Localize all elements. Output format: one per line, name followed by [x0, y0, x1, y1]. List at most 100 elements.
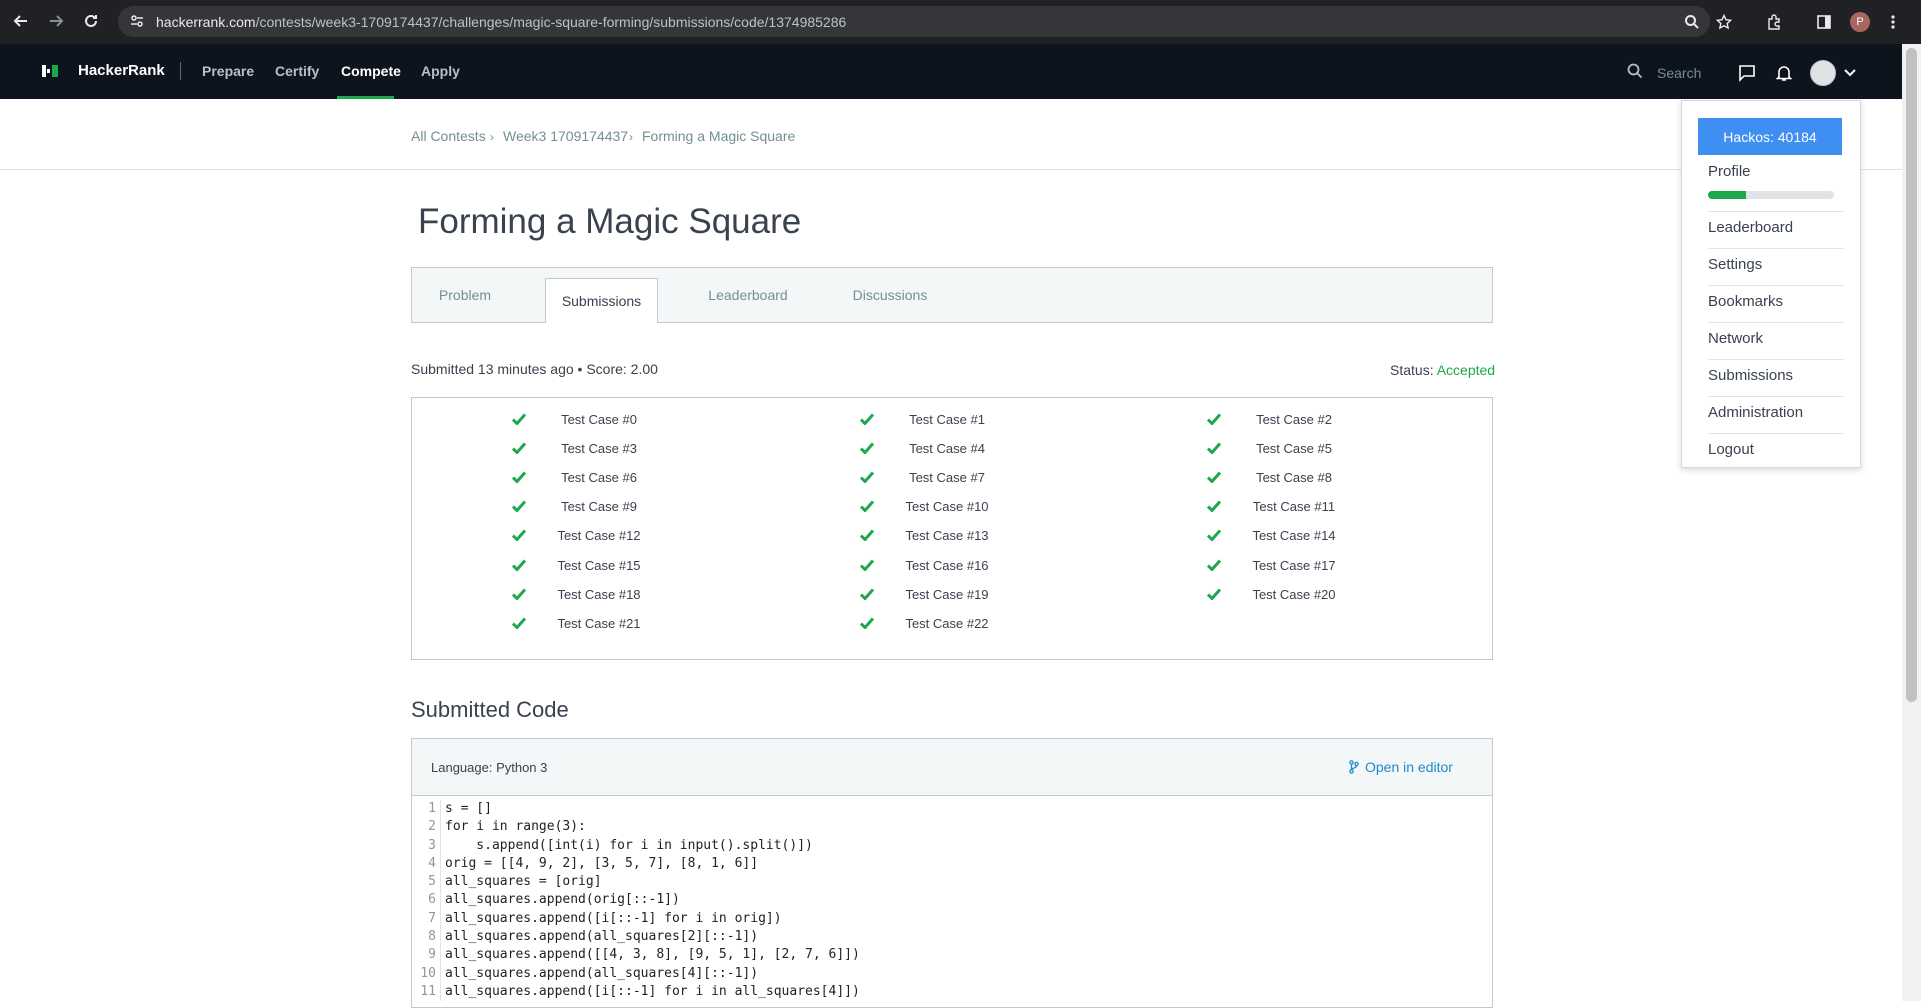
menu-divider — [1708, 248, 1844, 249]
test-case-item[interactable]: Test Case #18 — [512, 585, 732, 605]
user-avatar[interactable] — [1810, 60, 1836, 86]
test-case-label: Test Case #21 — [557, 616, 641, 631]
nav-certify[interactable]: Certify — [275, 63, 319, 79]
test-case-item[interactable]: Test Case #6 — [512, 468, 732, 488]
address-bar[interactable]: hackerrank.com/contests/week3-1709174437… — [118, 6, 1710, 37]
test-case-item[interactable]: Test Case #0 — [512, 410, 732, 430]
test-case-item[interactable]: Test Case #7 — [860, 468, 1080, 488]
more-menu-icon[interactable] — [1882, 11, 1904, 33]
test-case-item[interactable]: Test Case #8 — [1207, 468, 1427, 488]
search-input[interactable]: Search — [1657, 65, 1701, 81]
menu-item-profile[interactable]: Profile — [1708, 163, 1751, 180]
bookmark-star-icon[interactable] — [1713, 11, 1735, 33]
breadcrumb: All Contests › Week3 1709174437 › Formin… — [0, 99, 1902, 170]
nav-prepare[interactable]: Prepare — [202, 63, 254, 79]
test-case-item[interactable]: Test Case #10 — [860, 497, 1080, 517]
test-case-item[interactable]: Test Case #17 — [1207, 556, 1427, 576]
test-case-item[interactable]: Test Case #14 — [1207, 526, 1427, 546]
line-number: 1 — [412, 800, 441, 819]
profile-avatar[interactable]: P — [1850, 12, 1870, 32]
test-case-item[interactable]: Test Case #3 — [512, 439, 732, 459]
test-case-label: Test Case #9 — [561, 499, 637, 514]
checkmark-icon — [1207, 442, 1221, 454]
menu-item-submissions[interactable]: Submissions — [1708, 367, 1793, 384]
code-text: all_squares.append(all_squares[4][::-1]) — [445, 965, 759, 981]
nav-compete[interactable]: Compete — [341, 63, 401, 79]
scrollbar-thumb[interactable] — [1906, 48, 1917, 702]
test-case-item[interactable]: Test Case #11 — [1207, 497, 1427, 517]
code-text: all_squares.append([i[::-1] for i in all… — [445, 983, 860, 999]
test-case-item[interactable]: Test Case #16 — [860, 556, 1080, 576]
test-case-item[interactable]: Test Case #15 — [512, 556, 732, 576]
forward-icon[interactable] — [45, 10, 67, 32]
test-case-item[interactable]: Test Case #21 — [512, 614, 732, 634]
search-icon[interactable] — [1627, 63, 1643, 84]
site-header: HackerRank Prepare Certify Compete Apply… — [0, 44, 1902, 99]
checkmark-icon — [512, 442, 526, 454]
test-case-label: Test Case #2 — [1256, 412, 1332, 427]
test-case-item[interactable]: Test Case #20 — [1207, 585, 1427, 605]
checkmark-icon — [512, 471, 526, 483]
code-editor[interactable]: 1 s = [] 2 for i in range(3): 3 s.append([in… — [412, 800, 860, 1002]
menu-divider — [1708, 359, 1844, 360]
test-case-label: Test Case #20 — [1252, 587, 1336, 602]
checkmark-icon — [860, 442, 874, 454]
test-case-label: Test Case #14 — [1252, 528, 1336, 543]
checkmark-icon — [1207, 500, 1221, 512]
test-case-item[interactable]: Test Case #13 — [860, 526, 1080, 546]
zoom-icon[interactable] — [1681, 11, 1703, 33]
test-case-item[interactable]: Test Case #2 — [1207, 410, 1427, 430]
hackerrank-logo-icon[interactable] — [42, 65, 60, 77]
test-case-item[interactable]: Test Case #4 — [860, 439, 1080, 459]
tab-submissions[interactable]: Submissions — [545, 278, 658, 323]
menu-item-leaderboard[interactable]: Leaderboard — [1708, 219, 1793, 236]
menu-item-network[interactable]: Network — [1708, 330, 1763, 347]
extensions-icon[interactable] — [1763, 11, 1785, 33]
menu-item-settings[interactable]: Settings — [1708, 256, 1762, 273]
test-case-item[interactable]: Test Case #22 — [860, 614, 1080, 634]
page-scrollbar[interactable] — [1902, 44, 1921, 1001]
test-case-item[interactable]: Test Case #19 — [860, 585, 1080, 605]
chevron-down-icon[interactable] — [1844, 65, 1856, 83]
code-text: all_squares = [orig] — [445, 874, 602, 890]
status-badge: Accepted — [1436, 362, 1496, 378]
code-line: 4 orig = [[4, 9, 2], [3, 5, 7], [8, 1, 6]… — [412, 854, 860, 874]
tab-discussions[interactable]: Discussions — [830, 268, 950, 322]
side-panel-icon[interactable] — [1813, 11, 1835, 33]
language-label: Language: Python 3 — [431, 760, 548, 775]
tab-problem[interactable]: Problem — [412, 268, 518, 322]
open-in-editor-link[interactable]: Open in editor — [1349, 759, 1453, 775]
checkmark-icon — [860, 471, 874, 483]
line-number: 10 — [412, 964, 441, 983]
page-title: Forming a Magic Square — [418, 202, 802, 241]
checkmark-icon — [860, 500, 874, 512]
test-case-item[interactable]: Test Case #9 — [512, 497, 732, 517]
line-number: 9 — [412, 946, 441, 965]
challenge-tabs: Problem Submissions Leaderboard Discussi… — [411, 267, 1493, 323]
menu-item-administration[interactable]: Administration — [1708, 404, 1803, 421]
reload-icon[interactable] — [80, 10, 102, 32]
menu-divider — [1708, 433, 1844, 434]
tab-leaderboard[interactable]: Leaderboard — [684, 268, 812, 322]
test-case-label: Test Case #3 — [561, 441, 637, 456]
menu-item-logout[interactable]: Logout — [1708, 441, 1754, 458]
messages-icon[interactable] — [1738, 64, 1756, 87]
test-case-item[interactable]: Test Case #5 — [1207, 439, 1427, 459]
brand-name[interactable]: HackerRank — [78, 62, 165, 79]
code-panel: Language: Python 3 Open in editor 1 s = [… — [411, 738, 1493, 1008]
checkmark-icon — [1207, 413, 1221, 425]
test-case-item[interactable]: Test Case #1 — [860, 410, 1080, 430]
test-case-label: Test Case #19 — [905, 587, 989, 602]
site-settings-icon[interactable] — [130, 14, 144, 33]
menu-item-bookmarks[interactable]: Bookmarks — [1708, 293, 1783, 310]
code-line: 1 s = [] — [412, 800, 860, 819]
test-case-item[interactable]: Test Case #12 — [512, 526, 732, 546]
hackos-button[interactable]: Hackos: 40184 — [1698, 118, 1842, 155]
submission-info: Submitted 13 minutes ago • Score: 2.00 — [411, 361, 658, 377]
nav-apply[interactable]: Apply — [421, 63, 460, 79]
breadcrumb-all-contests[interactable]: All Contests — [411, 128, 486, 144]
checkmark-icon — [512, 529, 526, 541]
breadcrumb-contest[interactable]: Week3 1709174437 — [503, 128, 628, 144]
back-icon[interactable] — [10, 10, 32, 32]
notifications-bell-icon[interactable] — [1775, 64, 1793, 87]
